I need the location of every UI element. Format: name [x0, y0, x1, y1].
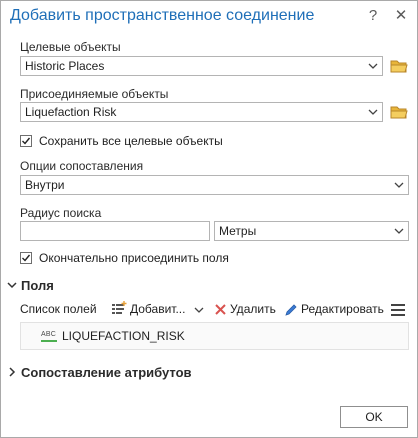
add-field-icon [112, 301, 127, 314]
radius-unit-value: Метры [219, 224, 257, 238]
add-field-label: Добавит... [130, 302, 186, 316]
help-button[interactable]: ? [363, 6, 383, 26]
permanent-join-checkbox-row[interactable]: Окончательно присоединить поля [20, 251, 280, 267]
ok-button[interactable]: OK [340, 406, 408, 428]
fields-toolbar: Список полей Добавит... Удалить Редактир… [20, 301, 409, 319]
field-list-label: Список полей [20, 302, 97, 316]
chevron-down-icon [394, 182, 404, 188]
search-radius-label: Радиус поиска [20, 206, 102, 220]
pencil-icon [285, 304, 297, 316]
permanent-join-checkbox[interactable] [20, 252, 32, 264]
fields-section-title: Поля [21, 278, 54, 293]
folder-icon[interactable] [390, 58, 408, 74]
chevron-right-icon [9, 367, 16, 377]
match-option-dropdown[interactable]: Внутри [20, 175, 409, 195]
chevron-down-icon [394, 228, 404, 234]
chevron-down-icon [194, 307, 204, 313]
target-features-value: Historic Places [25, 59, 105, 73]
checkmark-icon [22, 254, 31, 262]
title-bar: Добавить пространственное соединение ? ✕ [1, 1, 417, 31]
spatial-join-dialog: Добавить пространственное соединение ? ✕… [0, 0, 418, 438]
chevron-down-icon [368, 63, 378, 69]
search-radius-input[interactable] [20, 221, 210, 241]
keep-all-checkbox-row[interactable]: Сохранить все целевые объекты [20, 134, 280, 150]
match-option-label: Опции сопоставления [20, 159, 144, 173]
checkmark-icon [22, 137, 31, 145]
edit-field-button[interactable]: Редактировать [284, 301, 384, 319]
attribute-matching-title: Сопоставление атрибутов [21, 365, 192, 380]
match-option-value: Внутри [25, 178, 65, 192]
join-features-dropdown[interactable]: Liquefaction Risk [20, 102, 383, 122]
menu-icon[interactable] [391, 304, 405, 316]
text-field-icon: ABC [41, 331, 56, 338]
remove-x-icon [215, 304, 226, 315]
chevron-down-icon [7, 282, 17, 289]
chevron-down-icon [368, 109, 378, 115]
remove-field-button[interactable]: Удалить [215, 301, 277, 319]
keep-all-label: Сохранить все целевые объекты [39, 134, 223, 148]
add-field-button[interactable]: Добавит... [111, 301, 207, 319]
field-name: LIQUEFACTION_RISK [62, 329, 185, 343]
join-features-label: Присоединяемые объекты [20, 87, 169, 101]
dialog-title: Добавить пространственное соединение [10, 7, 315, 24]
target-features-dropdown[interactable]: Historic Places [20, 56, 383, 76]
edit-field-label: Редактировать [301, 302, 384, 316]
target-features-label: Целевые объекты [20, 40, 121, 54]
remove-field-label: Удалить [230, 302, 276, 316]
radius-unit-dropdown[interactable]: Метры [214, 221, 409, 241]
text-field-underline [41, 340, 57, 342]
join-features-value: Liquefaction Risk [25, 105, 117, 119]
permanent-join-label: Окончательно присоединить поля [39, 251, 229, 265]
folder-icon[interactable] [390, 104, 408, 120]
close-button[interactable]: ✕ [391, 6, 411, 26]
keep-all-checkbox[interactable] [20, 135, 32, 147]
field-list: ABC LIQUEFACTION_RISK [20, 322, 409, 350]
